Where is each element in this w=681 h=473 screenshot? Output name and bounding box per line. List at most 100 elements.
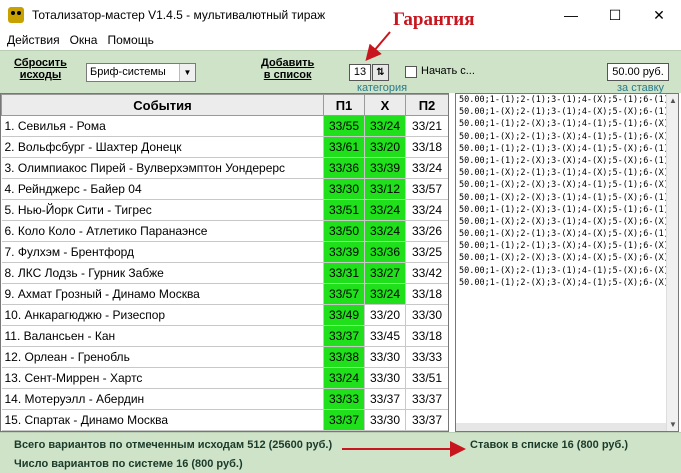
table-row[interactable]: 10. Анкарагюджю - Ризеспор 33/49 33/20 33/3…: [1, 304, 448, 326]
list-item[interactable]: 50.00;1-(X);2-(1);3-(X);4-(X);5-(X);6-(1…: [456, 228, 678, 240]
odds-p1-cell[interactable]: 33/55: [323, 115, 365, 137]
bets-list[interactable]: 50.00;1-(1);2-(1);3-(1);4-(X);5-(1);6-(1…: [455, 93, 679, 432]
list-item[interactable]: 50.00;1-(1);2-(1);3-(X);4-(1);5-(X);6-(1…: [456, 143, 678, 155]
odds-p1-cell[interactable]: 33/37: [323, 325, 365, 347]
odds-x-cell[interactable]: 33/30: [364, 409, 406, 431]
odds-p2-cell[interactable]: 33/26: [405, 220, 448, 242]
odds-p2-cell[interactable]: 33/30: [405, 304, 448, 326]
odds-p1-cell[interactable]: 33/38: [323, 346, 365, 368]
table-row[interactable]: 9. Ахмат Грозный - Динамо Москва 33/57 33/…: [1, 283, 448, 305]
start-from-checkbox[interactable]: [405, 66, 417, 78]
odds-p2-cell[interactable]: 33/24: [405, 199, 448, 221]
add-to-list-link[interactable]: Добавить в список: [261, 57, 314, 81]
odds-p1-cell[interactable]: 33/36: [323, 157, 365, 179]
menu-windows[interactable]: Окна: [65, 33, 103, 47]
odds-p1-cell[interactable]: 33/51: [323, 199, 365, 221]
menu-actions[interactable]: Действия: [0, 33, 65, 47]
odds-p2-cell[interactable]: 33/21: [405, 115, 448, 137]
odds-p2-cell[interactable]: 33/18: [405, 283, 448, 305]
odds-p1-cell[interactable]: 33/49: [323, 304, 365, 326]
stake-input[interactable]: 50.00 руб.: [607, 63, 669, 81]
odds-p1-cell[interactable]: 33/33: [323, 388, 365, 410]
list-item[interactable]: 50.00;1-(X);2-(X);3-(1);4-(1);5-(X);6-(1…: [456, 192, 678, 204]
odds-p2-cell[interactable]: 33/33: [405, 346, 448, 368]
odds-p2-cell[interactable]: 33/42: [405, 262, 448, 284]
minimize-button[interactable]: —: [549, 0, 593, 30]
odds-p1-cell[interactable]: 33/50: [323, 220, 365, 242]
list-item[interactable]: 50.00;1-(X);2-(X);3-(X);4-(1);5-(1);6-(X…: [456, 179, 678, 191]
event-name: 10. Анкарагюджю - Ризеспор: [1, 304, 324, 326]
odds-p2-cell[interactable]: 33/37: [405, 388, 448, 410]
odds-x-cell[interactable]: 33/24: [364, 220, 406, 242]
odds-x-cell[interactable]: 33/39: [364, 157, 406, 179]
odds-p2-cell[interactable]: 33/51: [405, 367, 448, 389]
odds-p1-cell[interactable]: 33/30: [323, 178, 365, 200]
table-row[interactable]: 4. Рейнджерс - Байер 04 33/30 33/12 33/57: [1, 178, 448, 200]
table-row[interactable]: 8. ЛКС Лодзь - Гурник Забже 33/31 33/27 33/…: [1, 262, 448, 284]
table-row[interactable]: 14. Мотеруэлл - Абердин 33/33 33/37 33/37: [1, 388, 448, 410]
menu-help[interactable]: Помощь: [102, 33, 158, 47]
odds-p1-cell[interactable]: 33/24: [323, 367, 365, 389]
odds-p1-cell[interactable]: 33/57: [323, 283, 365, 305]
scroll-down-icon[interactable]: ▼: [669, 420, 677, 429]
odds-p2-cell[interactable]: 33/37: [405, 409, 448, 431]
table-row[interactable]: 13. Сент-Миррен - Хартс 33/24 33/30 33/51: [1, 367, 448, 389]
odds-p1-cell[interactable]: 33/61: [323, 136, 365, 158]
odds-x-cell[interactable]: 33/20: [364, 304, 406, 326]
odds-p2-cell[interactable]: 33/25: [405, 241, 448, 263]
list-item[interactable]: 50.00;1-(X);2-(1);3-(1);4-(X);5-(X);6-(1…: [456, 106, 678, 118]
odds-p2-cell[interactable]: 33/24: [405, 157, 448, 179]
odds-p1-cell[interactable]: 33/37: [323, 409, 365, 431]
odds-p2-cell[interactable]: 33/18: [405, 325, 448, 347]
scroll-up-icon[interactable]: ▲: [669, 96, 677, 105]
system-variants-text: Число вариантов по системе 16 (800 руб.): [14, 458, 243, 470]
table-row[interactable]: 1. Севилья - Рома 33/55 33/24 33/21: [1, 115, 448, 137]
event-name: 13. Сент-Миррен - Хартс: [1, 367, 324, 389]
table-row[interactable]: 15. Спартак - Динамо Москва 33/37 33/30 33/…: [1, 409, 448, 431]
list-item[interactable]: 50.00;1-(X);2-(X);3-(1);4-(X);5-(X);6-(X…: [456, 216, 678, 228]
odds-p2-cell[interactable]: 33/18: [405, 136, 448, 158]
list-item[interactable]: 50.00;1-(1);2-(X);3-(X);4-(1);5-(X);6-(X…: [456, 277, 678, 289]
list-item[interactable]: 50.00;1-(X);2-(1);3-(1);4-(X);5-(1);6-(X…: [456, 167, 678, 179]
table-row[interactable]: 12. Орлеан - Гренобль 33/38 33/30 33/33: [1, 346, 448, 368]
odds-x-cell[interactable]: 33/36: [364, 241, 406, 263]
odds-p1-cell[interactable]: 33/39: [323, 241, 365, 263]
table-row[interactable]: 2. Вольфсбург - Шахтер Донецк 33/61 33/20 3…: [1, 136, 448, 158]
odds-x-cell[interactable]: 33/30: [364, 367, 406, 389]
reset-outcomes-link[interactable]: Сбросить исходы: [14, 57, 67, 81]
category-spinner-icon[interactable]: ⇅: [372, 64, 389, 81]
odds-x-cell[interactable]: 33/27: [364, 262, 406, 284]
table-row[interactable]: 11. Валансьен - Кан 33/37 33/45 33/18: [1, 325, 448, 347]
category-input[interactable]: 13: [349, 64, 371, 81]
odds-x-cell[interactable]: 33/24: [364, 115, 406, 137]
table-row[interactable]: 7. Фулхэм - Брентфорд 33/39 33/36 33/25: [1, 241, 448, 263]
horizontal-scrollbar[interactable]: [456, 423, 666, 431]
table-row[interactable]: 6. Коло Коло - Атлетико Паранаэнсе 33/50 3…: [1, 220, 448, 242]
table-row[interactable]: 3. Олимпиакос Пирей - Вулверхэмптон Уонд…: [1, 157, 448, 179]
odds-x-cell[interactable]: 33/20: [364, 136, 406, 158]
odds-x-cell[interactable]: 33/45: [364, 325, 406, 347]
reset-outcomes-line2: исходы: [19, 69, 62, 81]
odds-p2-cell[interactable]: 33/57: [405, 178, 448, 200]
list-item[interactable]: 50.00;1-(1);2-(1);3-(1);4-(X);5-(1);6-(1…: [456, 94, 678, 106]
event-name: 5. Нью-Йорк Сити - Тигрес: [1, 199, 324, 221]
list-item[interactable]: 50.00;1-(X);2-(X);3-(X);4-(X);5-(X);6-(X…: [456, 252, 678, 264]
list-item[interactable]: 50.00;1-(X);2-(1);3-(1);4-(1);5-(X);6-(X…: [456, 265, 678, 277]
vertical-scrollbar[interactable]: ▲ ▼: [666, 94, 678, 431]
close-button[interactable]: ✕: [637, 0, 681, 30]
system-select[interactable]: Бриф-системы ▼: [86, 63, 196, 82]
list-item[interactable]: 50.00;1-(X);2-(1);3-(X);4-(1);5-(1);6-(X…: [456, 131, 678, 143]
list-item[interactable]: 50.00;1-(1);2-(1);3-(X);4-(X);5-(1);6-(X…: [456, 240, 678, 252]
odds-x-cell[interactable]: 33/24: [364, 199, 406, 221]
list-item[interactable]: 50.00;1-(1);2-(X);3-(X);4-(X);5-(X);6-(1…: [456, 155, 678, 167]
maximize-button[interactable]: ☐: [593, 0, 637, 30]
chevron-down-icon[interactable]: ▼: [179, 64, 195, 81]
odds-x-cell[interactable]: 33/30: [364, 346, 406, 368]
odds-x-cell[interactable]: 33/37: [364, 388, 406, 410]
list-item[interactable]: 50.00;1-(1);2-(X);3-(1);4-(X);5-(1);6-(1…: [456, 204, 678, 216]
table-row[interactable]: 5. Нью-Йорк Сити - Тигрес 33/51 33/24 33/24: [1, 199, 448, 221]
odds-x-cell[interactable]: 33/12: [364, 178, 406, 200]
odds-p1-cell[interactable]: 33/31: [323, 262, 365, 284]
odds-x-cell[interactable]: 33/24: [364, 283, 406, 305]
list-item[interactable]: 50.00;1-(1);2-(X);3-(1);4-(1);5-(1);6-(X…: [456, 118, 678, 130]
